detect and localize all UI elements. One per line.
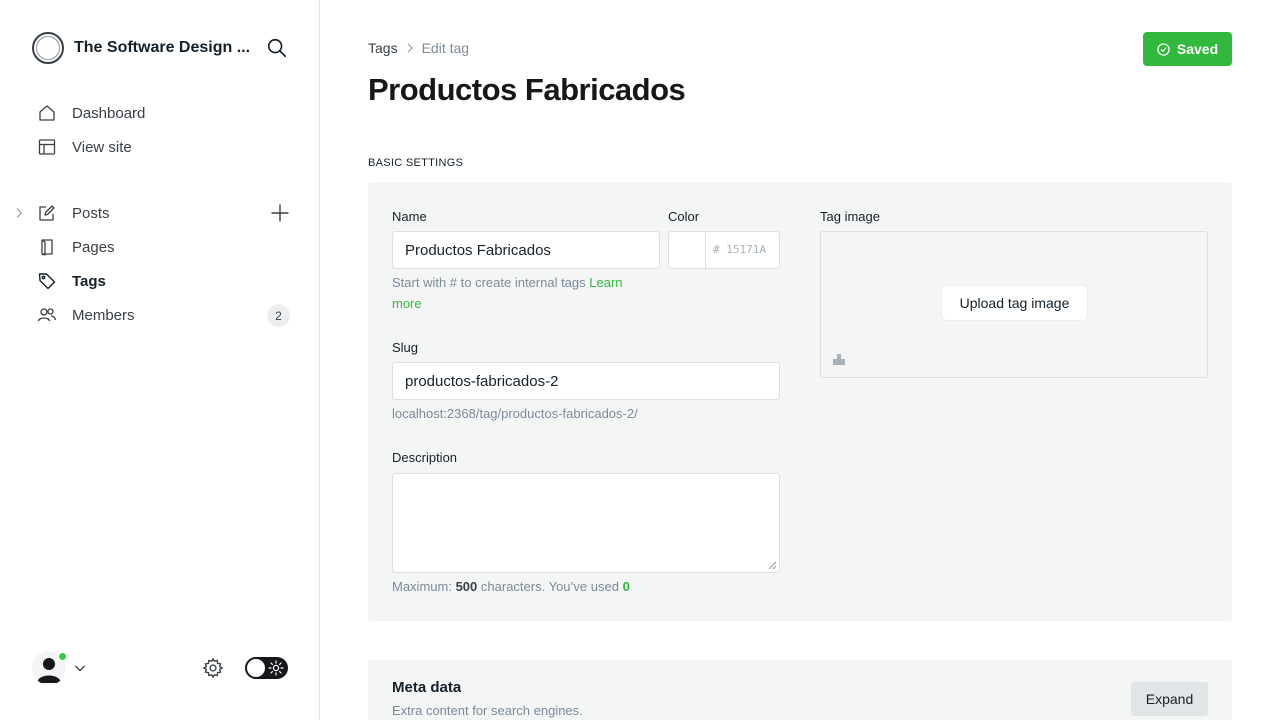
image-placeholder-icon bbox=[833, 354, 845, 365]
meta-data-title: Meta data bbox=[392, 679, 462, 696]
sidebar-item-view-site[interactable]: View site bbox=[32, 130, 292, 164]
layout-icon bbox=[38, 139, 56, 155]
basic-settings-panel: Name Productos Fabricados Start with # t… bbox=[368, 182, 1232, 621]
save-button-label: Saved bbox=[1176, 41, 1219, 57]
description-max-count: 500 bbox=[455, 579, 478, 594]
site-title: The Software Design ... bbox=[74, 39, 251, 56]
add-post-icon[interactable] bbox=[270, 203, 290, 223]
check-circle-icon bbox=[1157, 42, 1170, 56]
sidebar-item-label: View site bbox=[72, 138, 132, 156]
edit-icon bbox=[39, 205, 55, 221]
color-label: Color bbox=[668, 209, 700, 224]
meta-data-subtitle: Extra content for search engines. bbox=[392, 703, 583, 718]
primary-nav: Dashboard View site bbox=[32, 96, 292, 164]
members-icon bbox=[37, 308, 57, 322]
sun-icon bbox=[268, 660, 284, 676]
description-used-count: 0 bbox=[622, 579, 630, 594]
toggle-knob bbox=[247, 659, 265, 677]
page-title: Productos Fabricados bbox=[368, 72, 686, 107]
resize-handle-icon[interactable] bbox=[768, 561, 777, 570]
section-title: BASIC SETTINGS bbox=[368, 157, 464, 169]
content-nav: Posts Pages Tags Members 2 bbox=[16, 196, 292, 332]
sidebar-item-label: Members bbox=[72, 306, 135, 324]
save-button[interactable]: Saved bbox=[1143, 32, 1232, 66]
breadcrumb-tags-link[interactable]: Tags bbox=[368, 40, 398, 56]
theme-toggle[interactable] bbox=[245, 657, 288, 679]
search-icon[interactable] bbox=[266, 37, 288, 59]
sidebar-item-pages[interactable]: Pages bbox=[32, 230, 292, 264]
description-hint-prefix: Maximum: bbox=[392, 579, 452, 594]
sidebar-item-label: Tags bbox=[72, 272, 106, 290]
breadcrumb: Tags Edit tag bbox=[368, 40, 469, 56]
name-input[interactable]: Productos Fabricados bbox=[392, 231, 660, 269]
sidebar-item-tags[interactable]: Tags bbox=[32, 264, 292, 298]
learn-more-link-continued[interactable]: more bbox=[392, 296, 422, 311]
sidebar-item-label: Dashboard bbox=[72, 104, 146, 122]
sidebar-item-posts[interactable]: Posts bbox=[16, 196, 292, 230]
description-hint-mid: characters. You’ve used bbox=[480, 579, 619, 594]
breadcrumb-current: Edit tag bbox=[421, 40, 470, 56]
tag-image-dropzone[interactable]: Upload tag image bbox=[820, 231, 1208, 378]
description-label: Description bbox=[392, 450, 458, 465]
home-icon bbox=[39, 105, 55, 121]
color-hex-input[interactable]: # 15171A bbox=[713, 243, 766, 256]
description-hint: Maximum: 500 characters. You’ve used 0 bbox=[392, 576, 630, 597]
slug-url: localhost:2368/tag/productos-fabricados-… bbox=[392, 406, 638, 421]
sidebar: The Software Design ... Dashboard View s… bbox=[0, 0, 320, 720]
tag-icon bbox=[38, 273, 56, 290]
sidebar-item-dashboard[interactable]: Dashboard bbox=[32, 96, 292, 130]
slug-input[interactable]: productos-fabricados-2 bbox=[392, 362, 780, 400]
sidebar-item-members[interactable]: Members 2 bbox=[32, 298, 292, 332]
site-brand[interactable]: The Software Design ... bbox=[32, 32, 250, 64]
site-logo bbox=[32, 32, 64, 64]
description-textarea[interactable] bbox=[392, 473, 780, 573]
sidebar-footer bbox=[32, 650, 288, 686]
sidebar-item-label: Posts bbox=[72, 204, 110, 222]
chevron-right-icon[interactable] bbox=[14, 207, 24, 219]
page-icon bbox=[41, 239, 53, 256]
main-content: Tags Edit tag Productos Fabricados Saved… bbox=[368, 0, 1232, 720]
sidebar-item-label: Pages bbox=[72, 238, 115, 256]
slug-label: Slug bbox=[392, 340, 419, 355]
members-count-badge: 2 bbox=[267, 304, 290, 327]
chevron-right-icon bbox=[407, 43, 413, 53]
online-status-dot bbox=[57, 651, 68, 662]
name-hint-text: Start with # to create internal tags bbox=[392, 275, 586, 290]
name-hint: Start with # to create internal tags Lea… bbox=[392, 272, 652, 314]
tag-image-label: Tag image bbox=[820, 209, 880, 224]
upload-tag-image-button[interactable]: Upload tag image bbox=[942, 286, 1087, 320]
meta-data-panel: Meta data Extra content for search engin… bbox=[368, 660, 1232, 720]
color-picker[interactable]: # 15171A bbox=[668, 231, 780, 269]
learn-more-link[interactable]: Learn bbox=[589, 275, 622, 290]
color-swatch[interactable] bbox=[669, 232, 706, 268]
chevron-down-icon[interactable] bbox=[74, 662, 86, 674]
gear-icon[interactable] bbox=[202, 657, 224, 679]
expand-button[interactable]: Expand bbox=[1131, 682, 1208, 716]
name-label: Name bbox=[392, 209, 427, 224]
